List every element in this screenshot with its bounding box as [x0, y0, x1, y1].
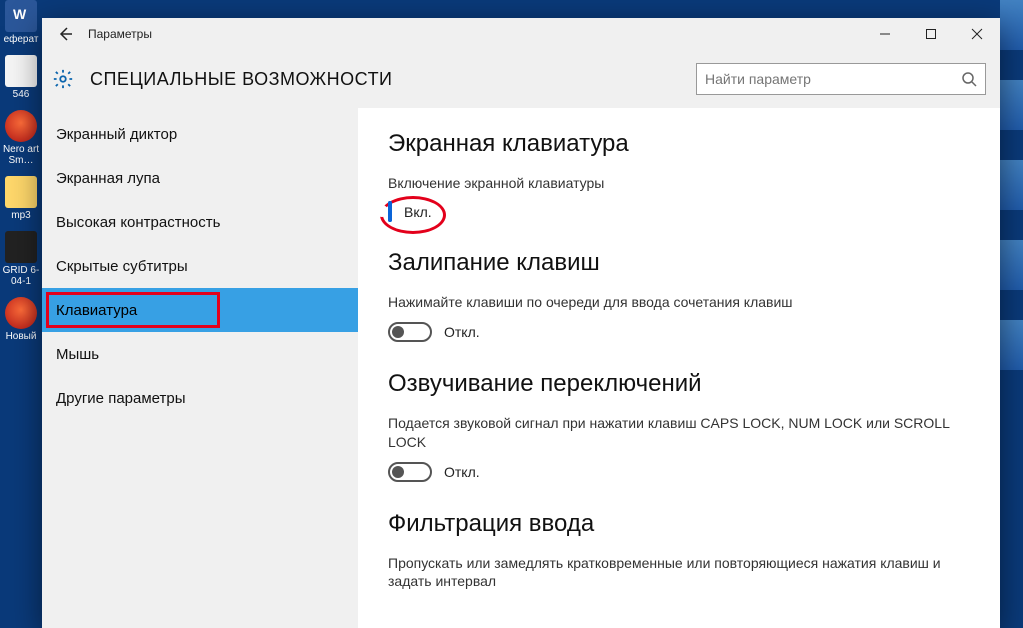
section-title: Озвучивание переключений [388, 370, 970, 398]
section-desc: Пропускать или замедлять кратковременные… [388, 554, 970, 592]
section-onscreen-keyboard: Экранная клавиатура Включение экранной к… [388, 130, 970, 221]
opera-icon [5, 297, 37, 329]
close-button[interactable] [954, 18, 1000, 50]
sidebar-item-mouse[interactable]: Мышь [42, 332, 358, 376]
section-desc: Включение экранной клавиатуры [388, 174, 970, 193]
search-input[interactable] [705, 71, 961, 87]
desktop-icon[interactable]: GRID 6-04-1 [0, 231, 42, 287]
nero-icon [5, 110, 37, 142]
toggle-label: Откл. [444, 464, 480, 480]
main-content: Экранная клавиатура Включение экранной к… [358, 108, 1000, 628]
toggle-label: Вкл. [404, 204, 432, 220]
page-title: СПЕЦИАЛЬНЫЕ ВОЗМОЖНОСТИ [90, 69, 393, 90]
desktop-icon[interactable]: Nero artSm… [0, 110, 42, 166]
section-toggle-keys: Озвучивание переключений Подается звуков… [388, 370, 970, 482]
desktop-icon[interactable]: mp3 [0, 176, 42, 221]
desktop-icon[interactable]: Новый [0, 297, 42, 342]
window-title: Параметры [88, 27, 152, 41]
desktop-icons-right [1000, 0, 1023, 628]
titlebar: Параметры [42, 18, 1000, 50]
sidebar-item-high-contrast[interactable]: Высокая контрастность [42, 200, 358, 244]
section-filter-keys: Фильтрация ввода Пропускать или замедлят… [388, 510, 970, 592]
search-icon [961, 71, 977, 87]
window-header: СПЕЦИАЛЬНЫЕ ВОЗМОЖНОСТИ [42, 50, 1000, 108]
sidebar-item-other[interactable]: Другие параметры [42, 376, 358, 420]
section-sticky-keys: Залипание клавиш Нажимайте клавиши по оч… [388, 249, 970, 342]
toggle-onscreen-keyboard[interactable] [388, 201, 392, 222]
sidebar: Экранный диктор Экранная лупа Высокая ко… [42, 108, 358, 628]
gear-icon [52, 68, 74, 90]
desktop-icon[interactable]: еферат [0, 0, 42, 45]
desktop-icons-left: еферат 546 Nero artSm… mp3 GRID 6-04-1 Н… [0, 0, 42, 628]
section-desc: Подается звуковой сигнал при нажатии кла… [388, 414, 970, 452]
toggle-sticky-keys[interactable] [388, 322, 432, 342]
annotation-highlight [388, 203, 392, 221]
file-icon [5, 55, 37, 87]
back-button[interactable] [42, 18, 88, 50]
word-icon [5, 0, 37, 32]
maximize-button[interactable] [908, 18, 954, 50]
sidebar-item-narrator[interactable]: Экранный диктор [42, 112, 358, 156]
section-desc: Нажимайте клавиши по очереди для ввода с… [388, 293, 970, 312]
grid-icon [5, 231, 37, 263]
sidebar-item-magnifier[interactable]: Экранная лупа [42, 156, 358, 200]
toggle-label: Откл. [444, 324, 480, 340]
desktop-icon[interactable]: 546 [0, 55, 42, 100]
settings-window: Параметры СПЕЦИАЛЬНЫЕ ВОЗМОЖНОСТИ Экранн… [42, 18, 1000, 628]
section-title: Залипание клавиш [388, 249, 970, 277]
folder-icon [5, 176, 37, 208]
section-title: Фильтрация ввода [388, 510, 970, 538]
toggle-toggle-keys[interactable] [388, 462, 432, 482]
sidebar-item-closed-captions[interactable]: Скрытые субтитры [42, 244, 358, 288]
sidebar-item-keyboard[interactable]: Клавиатура [42, 288, 358, 332]
search-box[interactable] [696, 63, 986, 95]
section-title: Экранная клавиатура [388, 130, 970, 158]
minimize-button[interactable] [862, 18, 908, 50]
